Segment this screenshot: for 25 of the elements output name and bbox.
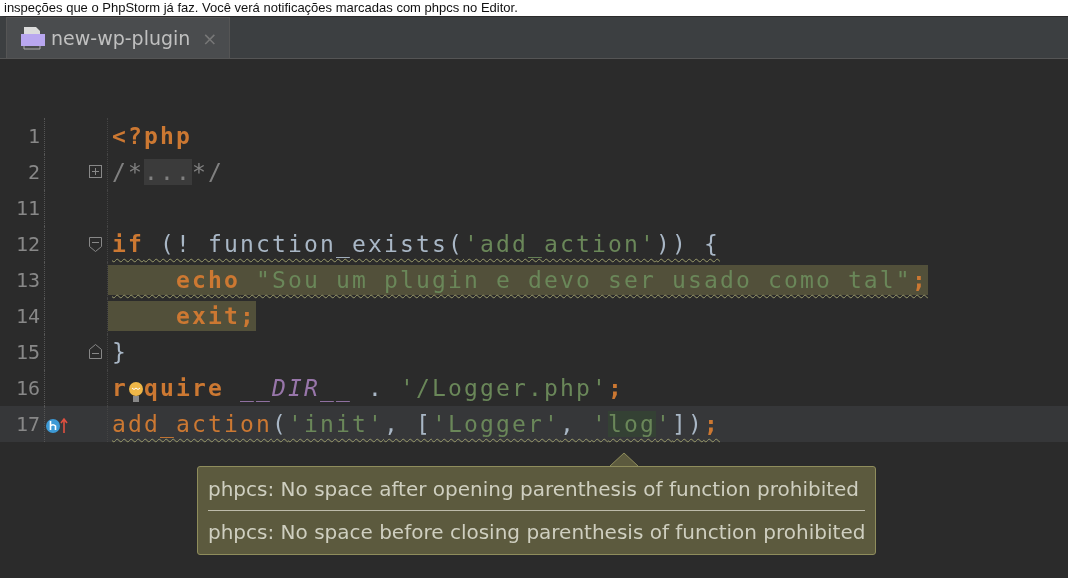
caption-text: inspeções que o PhpStorm já faz. Você verá notificações marcadas com phpcs no Editor. (3, 0, 519, 15)
fold-toggle-icon (88, 236, 103, 252)
code-text: /*...*/ (111, 158, 224, 187)
line-number: 11 (14, 195, 41, 222)
line-number: 1 (26, 123, 41, 150)
tooltip-message: phpcs: No space after opening parenthesis of function prohibited (208, 476, 861, 503)
tab-label: new-wp-plugin (51, 25, 191, 51)
code-text: add_action('init', ['Logger', 'log']); (111, 410, 720, 439)
line-number: 14 (14, 303, 41, 330)
code-text: if (! function_exists('add_action')) { (111, 230, 720, 259)
fold-toggle-icon (88, 164, 103, 180)
line-number: 15 (14, 339, 41, 366)
fold-toggle-icon (88, 344, 103, 360)
file-tab[interactable]: new-wp-plugin × (6, 17, 231, 58)
code-text: exit; (108, 301, 256, 331)
tooltip-message: phpcs: No space before closing parenthesis of function prohibited (208, 519, 866, 546)
code-text: r quire __DIR__ . '/Logger.php'; (111, 374, 624, 403)
lightbulb-icon (128, 380, 144, 403)
line-number: 12 (14, 231, 41, 258)
line-number: 13 (14, 267, 41, 294)
line-number: 16 (14, 375, 41, 402)
line-number: 17 (14, 411, 41, 438)
code-text: } (111, 338, 128, 367)
line-number: 2 (26, 159, 41, 186)
code-text: <?php (111, 122, 192, 151)
